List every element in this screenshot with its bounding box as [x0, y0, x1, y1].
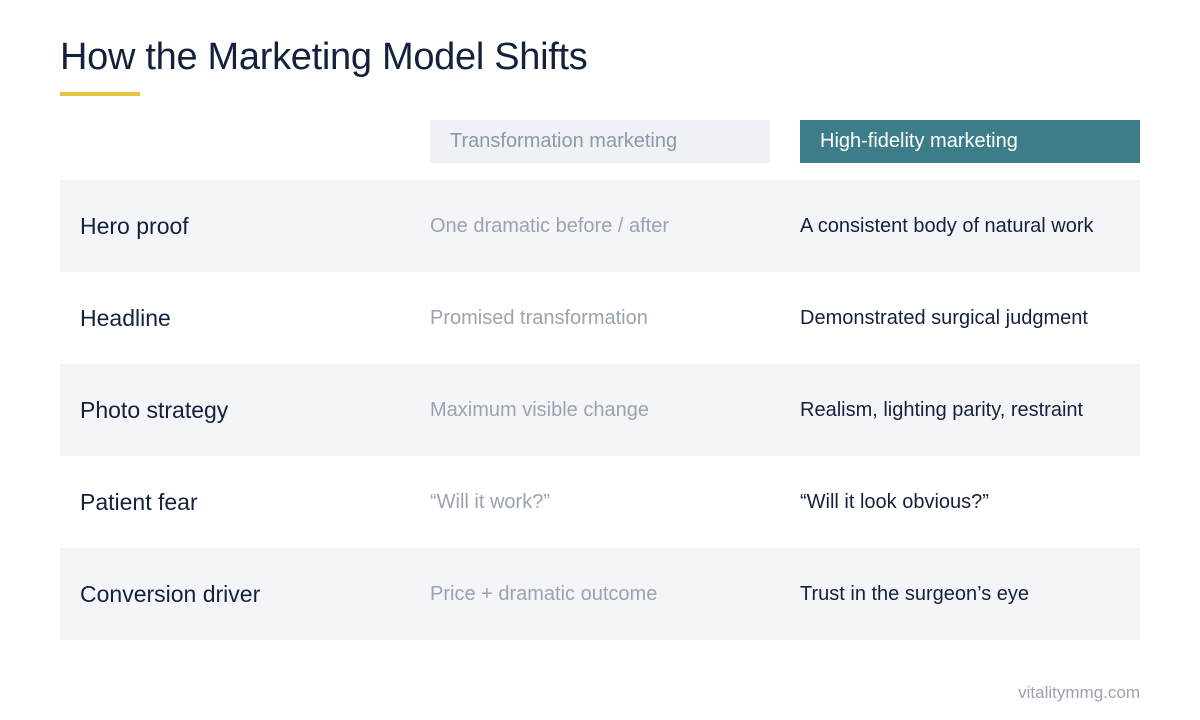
transformation-cell: “Will it work?”	[430, 491, 550, 513]
footer-website: vitalitymmg.com	[1018, 683, 1140, 702]
column-header-high-fidelity: High-fidelity marketing	[800, 120, 1140, 163]
row-label: Patient fear	[80, 489, 198, 515]
table-row-hero-proof: Hero proof One dramatic before / after A…	[60, 180, 1140, 272]
high-fidelity-cell: Realism, lighting parity, restraint	[800, 399, 1084, 421]
row-label: Photo strategy	[80, 397, 229, 423]
page-title: How the Marketing Model Shifts	[60, 36, 588, 78]
transformation-cell: Price + dramatic outcome	[430, 583, 658, 605]
high-fidelity-cell: Demonstrated surgical judgment	[800, 307, 1088, 329]
high-fidelity-cell: Trust in the surgeon’s eye	[800, 583, 1030, 605]
transformation-cell: Maximum visible change	[430, 399, 649, 421]
table-row-headline: Headline Promised transformation Demonst…	[60, 272, 1140, 364]
row-label: Conversion driver	[80, 581, 261, 607]
high-fidelity-cell: “Will it look obvious?”	[800, 491, 989, 513]
title-accent-rule	[60, 92, 140, 96]
table-row-patient-fear: Patient fear “Will it work?” “Will it lo…	[60, 456, 1140, 548]
high-fidelity-cell: A consistent body of natural work	[800, 215, 1094, 237]
column-header-transformation: Transformation marketing	[430, 120, 770, 163]
row-label: Headline	[80, 305, 171, 331]
transformation-cell: One dramatic before / after	[430, 215, 670, 237]
transformation-cell: Promised transformation	[430, 307, 648, 329]
row-label: Hero proof	[80, 213, 189, 239]
table-row-conversion-driver: Conversion driver Price + dramatic outco…	[60, 548, 1140, 640]
comparison-table: Hero proof One dramatic before / after A…	[60, 180, 1140, 640]
table-row-photo-strategy: Photo strategy Maximum visible change Re…	[60, 364, 1140, 456]
